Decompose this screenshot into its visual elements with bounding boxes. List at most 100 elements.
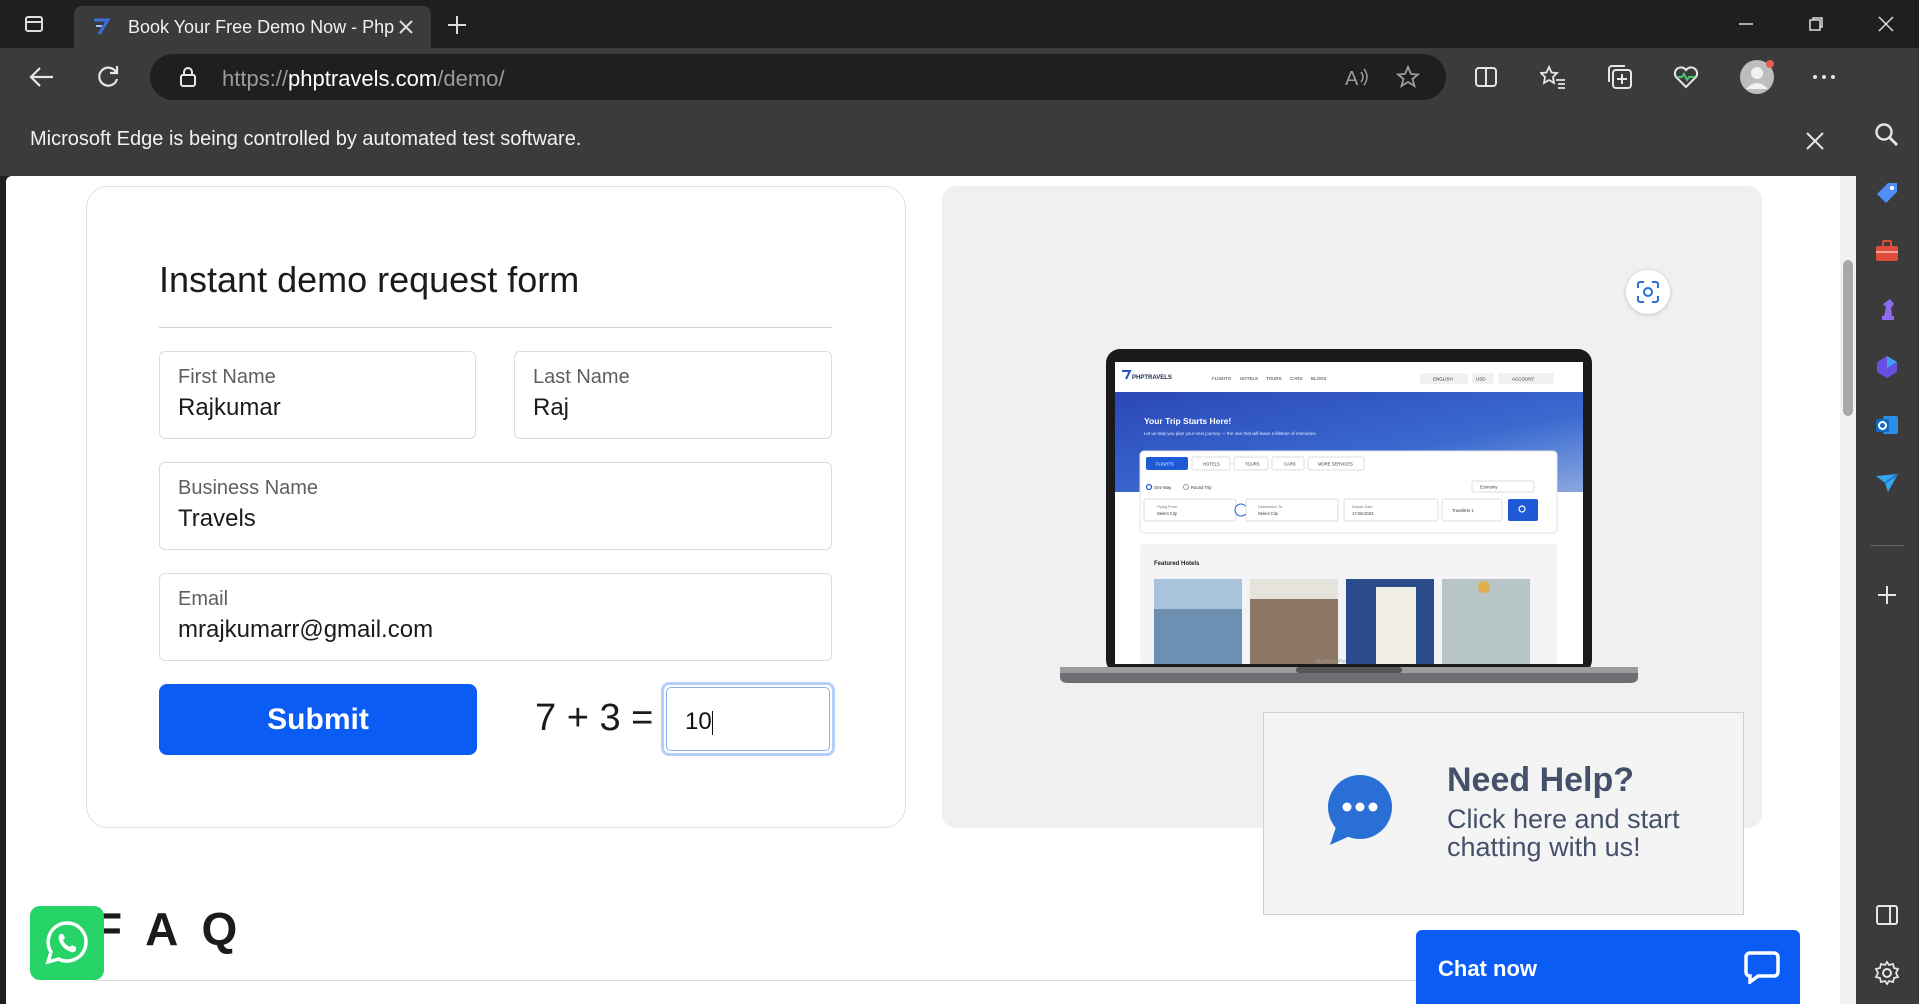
submit-button[interactable]: Submit [159, 684, 477, 755]
infobar-message: Microsoft Edge is being controlled by au… [30, 128, 582, 150]
favorite-star-icon[interactable] [1390, 59, 1426, 95]
svg-text:A: A [1345, 68, 1359, 88]
profile-avatar[interactable] [1737, 57, 1777, 97]
sidebar-divider [1870, 545, 1904, 546]
email-field[interactable]: Email mrajkumarr@gmail.com [159, 573, 832, 661]
tab-close-icon[interactable] [395, 16, 417, 38]
tab-actions-icon[interactable] [22, 12, 46, 36]
preview-date-value: 17-08-2023 [1352, 511, 1374, 516]
demo-request-form-card: Instant demo request form First Name Raj… [86, 186, 906, 828]
first-name-label: First Name [178, 366, 276, 388]
settings-gear-icon[interactable] [1870, 956, 1904, 990]
preview-nav-cars: CARS [1290, 376, 1303, 381]
preview-tab-tours: TOURS [1245, 462, 1260, 467]
page-viewport: Instant demo request form First Name Raj… [6, 176, 1856, 1004]
add-icon[interactable] [1870, 578, 1904, 612]
visual-search-icon[interactable] [1626, 270, 1670, 314]
address-bar[interactable]: https://phptravels.com/demo/ A [150, 54, 1446, 100]
preview-nav-blogs: BLOGS [1311, 376, 1327, 381]
new-tab-button[interactable] [442, 10, 472, 40]
preview-lang: ENGLISH [1433, 377, 1453, 382]
last-name-label: Last Name [533, 366, 630, 388]
refresh-icon[interactable] [90, 59, 126, 95]
preview-brand: PHPTRAVELS [1132, 375, 1172, 381]
preview-travellers: Travellers 1 [1452, 508, 1474, 513]
more-options-icon[interactable] [1806, 59, 1842, 95]
browser-titlebar: Book Your Free Demo Now - Php [0, 0, 1919, 48]
preview-nav-flights: FLIGHTS [1212, 376, 1231, 381]
edge-sidebar [1856, 48, 1919, 1004]
url-text[interactable]: https://phptravels.com/demo/ [222, 66, 505, 92]
last-name-field[interactable]: Last Name Raj [514, 351, 832, 439]
whatsapp-icon [45, 921, 88, 965]
read-aloud-icon[interactable]: A [1340, 59, 1376, 95]
favorites-list-icon[interactable] [1535, 59, 1571, 95]
preview-tab-cars: CARS [1284, 462, 1296, 467]
form-title-divider [159, 327, 832, 328]
browser-tab-active[interactable]: Book Your Free Demo Now - Php [74, 6, 431, 48]
preview-currency: USD [1476, 377, 1486, 382]
first-name-value[interactable]: Rajkumar [178, 394, 281, 422]
back-arrow-icon[interactable] [24, 59, 60, 95]
close-window-button[interactable] [1866, 10, 1906, 38]
restore-button[interactable] [1796, 10, 1836, 38]
preview-nav-hotels: HOTELS [1240, 376, 1258, 381]
preview-device: MacBook Pro [1316, 659, 1346, 665]
business-name-value[interactable]: Travels [178, 505, 256, 533]
preview-to-value: Select City [1258, 511, 1279, 516]
tab-title: Book Your Free Demo Now - Php [128, 16, 395, 37]
faq-divider [94, 980, 1424, 981]
microsoft-365-icon[interactable] [1870, 350, 1904, 384]
need-help-heading: Need Help? [1447, 761, 1635, 799]
split-screen-icon[interactable] [1468, 59, 1504, 95]
automation-infobar: Microsoft Edge is being controlled by au… [0, 106, 1856, 176]
preview-one-way: One Way [1154, 485, 1172, 490]
preview-account: ACCOUNT [1512, 377, 1535, 382]
collections-icon[interactable] [1602, 59, 1638, 95]
form-title: Instant demo request form [159, 259, 580, 300]
shopping-tag-icon[interactable] [1870, 176, 1904, 210]
need-help-subtext: Click here and start chatting with us! [1447, 804, 1680, 862]
preview-tab-more: MORE SERVICES [1318, 462, 1353, 467]
text-cursor [711, 710, 713, 735]
page-scrollbar[interactable] [1840, 176, 1856, 1004]
preview-hero-title: Your Trip Starts Here! [1144, 416, 1231, 426]
email-label: Email [178, 588, 229, 610]
minimize-button[interactable] [1726, 10, 1766, 38]
preview-from-value: Select City [1157, 511, 1178, 516]
first-name-field[interactable]: First Name Rajkumar [159, 351, 476, 439]
business-name-label: Business Name [178, 477, 319, 499]
scrollbar-thumb[interactable] [1843, 260, 1853, 416]
email-value[interactable]: mrajkumarr@gmail.com [178, 616, 433, 644]
faq-heading: F A Q [94, 903, 244, 955]
chat-bubble-icon [1320, 771, 1400, 851]
business-name-field[interactable]: Business Name Travels [159, 462, 832, 550]
games-chess-icon[interactable] [1870, 292, 1904, 326]
captcha-input[interactable]: 10 [661, 682, 835, 756]
preview-hero-sub: Let us help you plan your next journey —… [1144, 431, 1317, 436]
preview-nav-tours: TOURS [1266, 376, 1282, 381]
preview-from-label: Flying From [1157, 505, 1177, 509]
chat-now-button[interactable]: Chat now [1416, 930, 1800, 1004]
infobar-close-icon[interactable] [1800, 126, 1830, 156]
preview-to-label: Destination To [1258, 505, 1282, 509]
hide-sidebar-icon[interactable] [1870, 898, 1904, 932]
send-plane-icon[interactable] [1870, 466, 1904, 500]
preview-tab-hotels: HOTELS [1203, 462, 1220, 467]
whatsapp-button[interactable] [30, 906, 104, 980]
captcha-question: 7 + 3 = [535, 697, 654, 739]
tools-briefcase-icon[interactable] [1870, 234, 1904, 268]
browser-essentials-icon[interactable] [1668, 59, 1704, 95]
need-help-chat-popup[interactable]: Need Help? Click here and start chatting… [1263, 712, 1744, 915]
preview-date-label: Depart Date [1352, 505, 1372, 509]
browser-toolbar: https://phptravels.com/demo/ A [0, 48, 1919, 106]
preview-tab-flights: FLIGHTS [1156, 462, 1174, 467]
captcha-answer[interactable]: 10 [666, 687, 830, 751]
chat-now-label: Chat now [1438, 956, 1537, 981]
last-name-value[interactable]: Raj [533, 394, 569, 422]
preview-cabin: Economy [1480, 485, 1498, 490]
search-icon[interactable] [1870, 118, 1904, 152]
lock-icon[interactable] [176, 65, 200, 89]
outlook-icon[interactable] [1870, 408, 1904, 442]
phptravels-favicon-icon [88, 14, 114, 40]
